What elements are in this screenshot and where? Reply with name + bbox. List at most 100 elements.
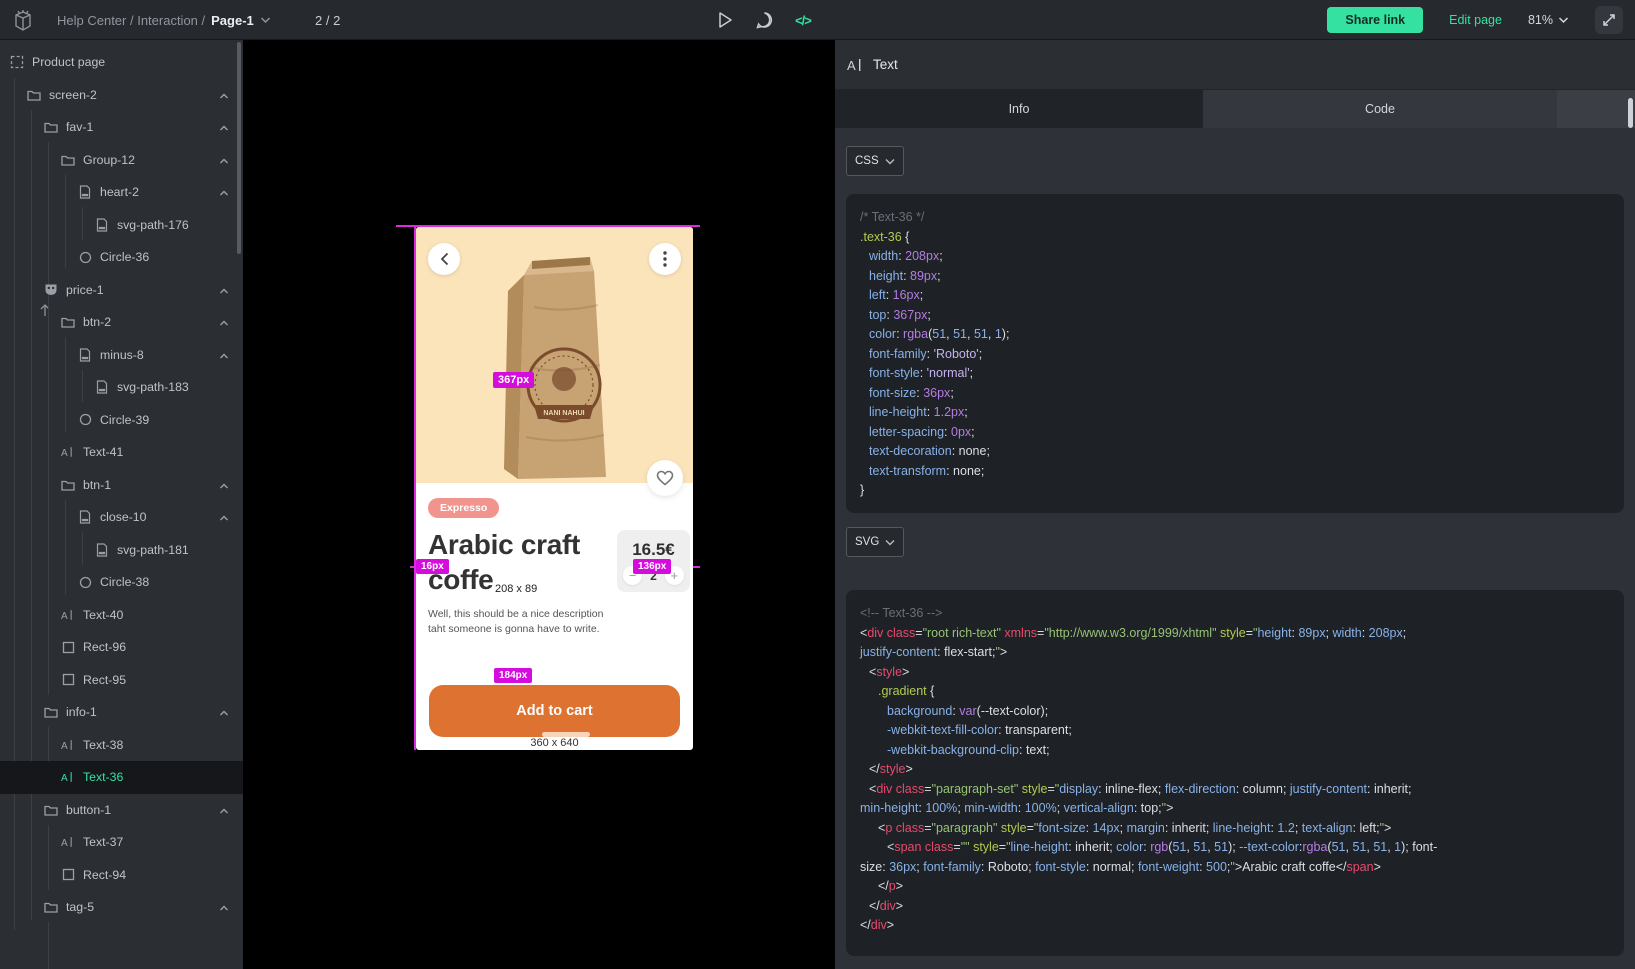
app-window: Help Center / Interaction / Page-1 2 / 2… <box>0 0 1635 969</box>
chevron-up-icon[interactable] <box>218 89 230 107</box>
layer-row-price-1[interactable]: price-1 <box>0 274 243 307</box>
svg-text:A: A <box>61 741 68 752</box>
edit-page-link[interactable]: Edit page <box>1449 13 1502 27</box>
chevron-up-icon[interactable] <box>218 349 230 367</box>
chevron-up-icon[interactable] <box>218 121 230 139</box>
chevron-up-icon[interactable] <box>218 901 230 919</box>
layer-row-btn-2[interactable]: btn-2 <box>0 306 243 339</box>
code-line: font-family: 'Roboto'; <box>860 345 1610 365</box>
more-options-button[interactable] <box>649 243 681 275</box>
code-line: <div class="paragraph-set" style="displa… <box>860 780 1610 800</box>
svgfile-layer-icon <box>78 510 92 524</box>
layer-row-close-10[interactable]: close-10 <box>0 501 243 534</box>
layer-row-text-40[interactable]: AText-40 <box>0 599 243 632</box>
layer-row-info-1[interactable]: info-1 <box>0 696 243 729</box>
tab-info[interactable]: Info <box>835 90 1203 128</box>
code-line: height: 89px; <box>860 267 1610 287</box>
folder-layer-icon <box>44 120 58 134</box>
layer-row-circle-36[interactable]: Circle-36 <box>0 241 243 274</box>
design-canvas[interactable]: NANI NAHUI Expresso Arabic craft coffe 2… <box>243 40 835 969</box>
chevron-down-icon <box>1558 16 1569 24</box>
svg-language-dropdown[interactable]: SVG <box>846 527 904 557</box>
layer-row-group-12[interactable]: Group-12 <box>0 144 243 177</box>
chevron-up-icon[interactable] <box>218 511 230 529</box>
layer-row-rect-95[interactable]: Rect-95 <box>0 664 243 697</box>
code-line: letter-spacing: 0px; <box>860 423 1610 443</box>
code-line: justify-content: flex-start;"> <box>860 643 1610 663</box>
product-page-artboard: NANI NAHUI Expresso Arabic craft coffe 2… <box>416 227 693 750</box>
add-to-cart-button[interactable]: Add to cart <box>429 685 680 737</box>
layer-row-minus-8[interactable]: minus-8 <box>0 339 243 372</box>
layer-row-circle-38[interactable]: Circle-38 <box>0 566 243 599</box>
layer-row-text-37[interactable]: AText-37 <box>0 826 243 859</box>
layer-row-text-41[interactable]: A Text-41 <box>0 436 243 469</box>
svg-code-block[interactable]: <!-- Text-36 --><div class="root rich-te… <box>846 590 1624 956</box>
kebab-menu-icon <box>663 251 667 267</box>
layer-label: Circle-38 <box>100 575 149 589</box>
code-mode-icon[interactable]: </> <box>792 9 814 31</box>
tab-code[interactable]: Code <box>1203 90 1557 128</box>
code-line: <style> <box>860 663 1610 683</box>
svg-text:A: A <box>61 838 68 849</box>
layer-row-rect-94[interactable]: Rect-94 <box>0 859 243 892</box>
layer-row-product page[interactable]: Product page <box>0 46 243 79</box>
inspector-element-type: Text <box>873 57 898 72</box>
layer-row-button-1[interactable]: button-1 <box>0 794 243 827</box>
chevron-up-icon[interactable] <box>218 186 230 204</box>
code-line: /* Text-36 */ <box>860 208 1610 228</box>
circle-layer-icon <box>78 413 92 427</box>
text-layer-icon: A <box>61 608 75 622</box>
category-tag[interactable]: Expresso <box>428 498 499 518</box>
layer-row-text-38[interactable]: AText-38 <box>0 729 243 762</box>
chevron-up-icon[interactable] <box>218 316 230 334</box>
rect-layer-icon <box>61 868 75 882</box>
svg-text:A: A <box>61 448 68 459</box>
code-line: .text-36 { <box>860 228 1610 248</box>
breadcrumb[interactable]: Help Center / Interaction / Page-1 <box>57 0 271 40</box>
layer-row-svg-path-181[interactable]: svg-path-181 <box>0 534 243 567</box>
tab-bar-filler <box>1557 90 1635 128</box>
frame-layer-icon <box>10 55 24 69</box>
measurement-label-right: 136px <box>633 559 671 574</box>
css-dropdown-value: CSS <box>855 155 879 167</box>
favorite-button[interactable] <box>647 460 683 496</box>
layer-row-tag-5[interactable]: tag-5 <box>0 891 243 924</box>
layer-row-screen-2[interactable]: screen-2 <box>0 79 243 112</box>
layer-row-rect-96[interactable]: Rect-96 <box>0 631 243 664</box>
code-line: min-height: 100%; min-width: 100%; verti… <box>860 799 1610 819</box>
back-button[interactable] <box>428 243 460 275</box>
layer-row-circle-39[interactable]: Circle-39 <box>0 404 243 437</box>
product-price: 16.5€ <box>617 540 690 560</box>
code-line: font-style: 'normal'; <box>860 364 1610 384</box>
chevron-up-icon[interactable] <box>218 804 230 822</box>
css-code-block[interactable]: /* Text-36 */.text-36 {width: 208px;heig… <box>846 194 1624 513</box>
play-icon[interactable] <box>714 9 736 31</box>
text-layer-icon: A <box>61 445 75 459</box>
layer-row-text-36[interactable]: AText-36 <box>0 761 243 794</box>
comment-icon[interactable] <box>753 9 775 31</box>
code-line: </style> <box>860 760 1610 780</box>
chevron-up-icon[interactable] <box>218 154 230 172</box>
zoom-control[interactable]: 81% <box>1528 13 1569 27</box>
fullscreen-button[interactable] <box>1595 6 1623 34</box>
layer-row-svg-path-176[interactable]: svg-path-176 <box>0 209 243 242</box>
layer-row-fav-1[interactable]: fav-1 <box>0 111 243 144</box>
chevron-up-icon[interactable] <box>218 479 230 497</box>
layer-row-svg-path-183[interactable]: svg-path-183 <box>0 371 243 404</box>
layer-row-heart-2[interactable]: heart-2 <box>0 176 243 209</box>
chevron-up-icon[interactable] <box>218 706 230 724</box>
css-language-dropdown[interactable]: CSS <box>846 146 904 176</box>
folder-layer-icon <box>61 315 75 329</box>
code-line: -webkit-text-fill-color: transparent; <box>860 721 1610 741</box>
layer-label: price-1 <box>66 283 104 297</box>
chevron-down-icon <box>260 16 271 24</box>
bag-emblem-label: NANI NAHUI <box>543 410 584 417</box>
code-line: text-decoration: none; <box>860 442 1610 462</box>
share-link-button[interactable]: Share link <box>1327 7 1423 33</box>
chevron-up-icon[interactable] <box>218 284 230 302</box>
product-photo-coffee-bag: NANI NAHUI <box>494 247 624 485</box>
app-logo-icon[interactable] <box>8 5 38 35</box>
layer-row-btn-1[interactable]: btn-1 <box>0 469 243 502</box>
layer-label: Text-41 <box>83 445 123 459</box>
inspector-scrollbar[interactable] <box>1628 98 1633 128</box>
